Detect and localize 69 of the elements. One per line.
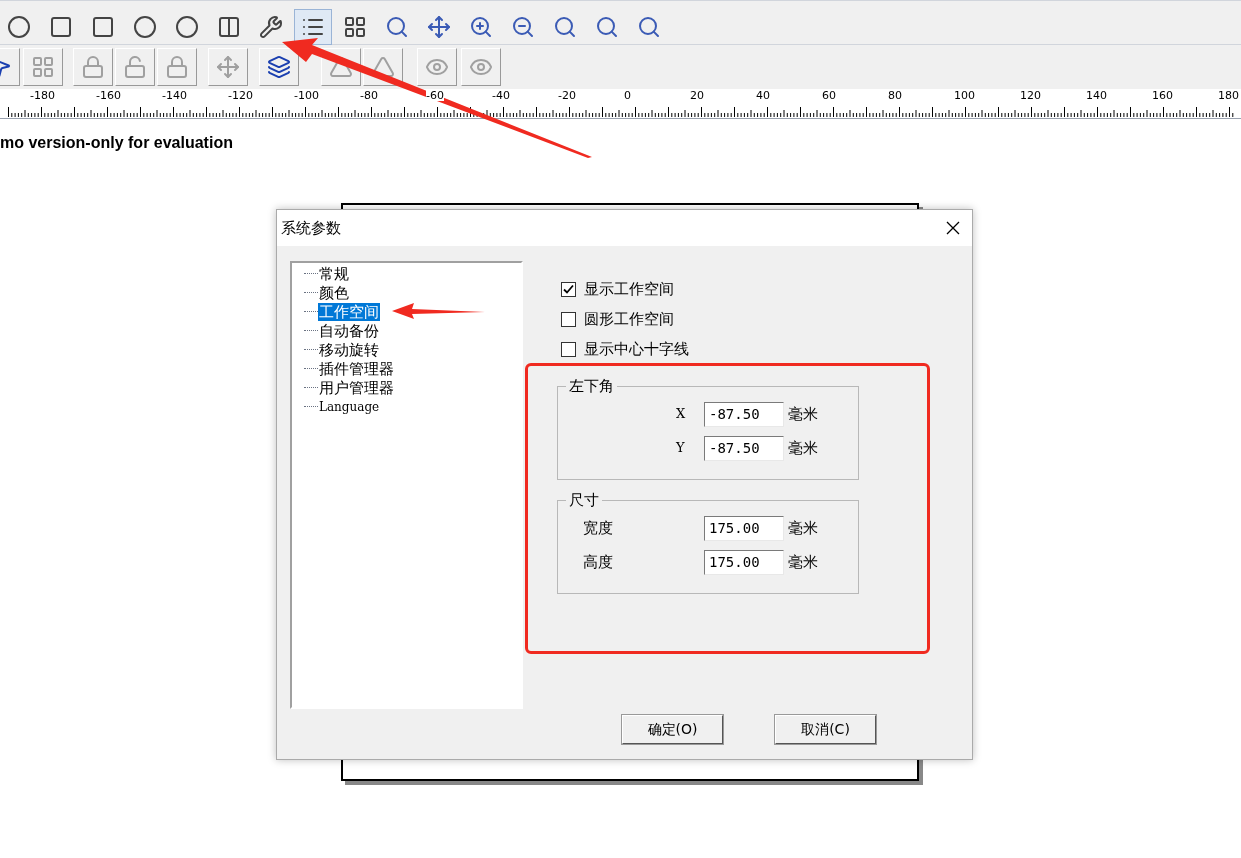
- unit-label: 毫米: [788, 437, 818, 459]
- ruler-label: 60: [822, 90, 836, 101]
- evaluation-notice: mo version-only for evaluation: [0, 133, 234, 153]
- layers-icon: [267, 55, 291, 79]
- unit-label: 毫米: [788, 517, 818, 539]
- unit-label: 毫米: [788, 551, 818, 573]
- checkbox[interactable]: [561, 341, 576, 357]
- move-icon: [216, 55, 240, 79]
- search-icon: [385, 14, 409, 39]
- checkmark-icon: [563, 283, 574, 295]
- circle-icon: [7, 14, 31, 39]
- tree-item[interactable]: Language: [318, 397, 381, 416]
- field-label: 宽度: [582, 517, 614, 539]
- zoom-out-icon: [511, 14, 535, 39]
- ruler-label: 120: [1020, 90, 1041, 101]
- ruler-label: -120: [228, 90, 253, 101]
- ruler-label: -80: [360, 90, 378, 101]
- lock-icon: [81, 55, 105, 79]
- field-label: 高度: [582, 551, 614, 573]
- grid-icon: [31, 55, 55, 79]
- checkbox-label: 圆形工作空间: [584, 308, 674, 330]
- field-label: Y: [675, 439, 686, 458]
- zoom-in-icon: [469, 14, 493, 39]
- tree-item[interactable]: 常规: [318, 264, 350, 283]
- ruler-label: -180: [30, 90, 55, 101]
- ruler-label: -40: [492, 90, 510, 101]
- ruler-label: 0: [624, 90, 631, 101]
- ruler-label: 20: [690, 90, 704, 101]
- tree-item[interactable]: 插件管理器: [318, 359, 395, 378]
- checkbox-label: 显示中心十字线: [584, 338, 689, 360]
- dialog-button[interactable]: 取消(C): [775, 715, 876, 744]
- ruler-label: 180: [1218, 90, 1239, 101]
- ruler-label: -140: [162, 90, 187, 101]
- field-label: X: [675, 405, 687, 424]
- zoom-icon: [553, 14, 577, 39]
- number-field[interactable]: -87.50: [704, 435, 784, 461]
- tree-item[interactable]: 工作空间: [318, 302, 380, 321]
- checkbox-label: 显示工作空间: [584, 278, 674, 300]
- unlock-icon: [123, 55, 147, 79]
- ruler-label: 140: [1086, 90, 1107, 101]
- zoom-move-icon: [427, 14, 451, 39]
- close-icon[interactable]: [946, 221, 960, 235]
- dialog-title: 系统参数: [281, 217, 341, 239]
- zoom-icon: [595, 14, 619, 39]
- tree-item[interactable]: 移动旋转: [318, 340, 380, 359]
- ruler-label: 80: [888, 90, 902, 101]
- ruler-label: 40: [756, 90, 770, 101]
- ruler-label: -160: [96, 90, 121, 101]
- tree-item[interactable]: 颜色: [318, 283, 350, 302]
- wrench-icon: [259, 14, 283, 39]
- checkbox[interactable]: [561, 311, 576, 327]
- selection-icon: [91, 14, 115, 39]
- dialog-button[interactable]: 确定(O): [622, 715, 723, 744]
- ruler-label: 160: [1152, 90, 1173, 101]
- toolbar-button[interactable]: [294, 8, 332, 45]
- number-field[interactable]: 175.00: [704, 549, 784, 575]
- checkbox[interactable]: [561, 281, 576, 297]
- number-field[interactable]: -87.50: [704, 401, 784, 427]
- selection-icon: [49, 14, 73, 39]
- zoom-icon: [637, 14, 661, 39]
- ruler-label: -20: [558, 90, 576, 101]
- unit-label: 毫米: [788, 403, 818, 425]
- tree-item[interactable]: 用户管理器: [318, 378, 395, 397]
- ruler-label: 100: [954, 90, 975, 101]
- ruler-label: -60: [426, 90, 444, 101]
- tree-item[interactable]: 自动备份: [318, 321, 380, 340]
- number-field[interactable]: 175.00: [704, 515, 784, 541]
- lock-icon: [165, 55, 189, 79]
- ruler-label: -100: [294, 90, 319, 101]
